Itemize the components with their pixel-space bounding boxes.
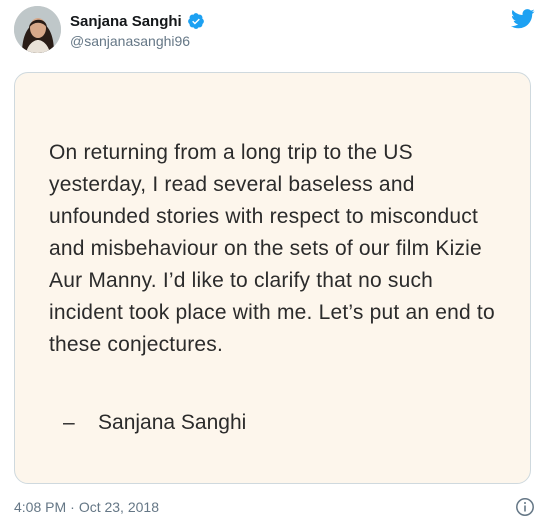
statement-text: On returning from a long trip to the US … [49,141,495,356]
signature: – Sanjana Sanghi [63,411,247,434]
verified-badge-icon [187,12,205,30]
avatar[interactable] [14,6,61,53]
tweet-footer: 4:08 PM · Oct 23, 2018 [14,497,535,519]
timestamp[interactable]: 4:08 PM · Oct 23, 2018 [14,499,159,515]
timestamp-separator: · [70,499,75,515]
image-card[interactable]: On returning from a long trip to the US … [14,72,531,484]
info-icon[interactable] [515,497,535,517]
name-row: Sanjana Sanghi [70,12,205,30]
tweet-header: Sanjana Sanghi @sanjanasanghi96 [14,6,535,54]
handle[interactable]: @sanjanasanghi96 [70,33,190,49]
tweet-card: Sanjana Sanghi @sanjanasanghi96 On retur… [0,0,549,522]
display-name[interactable]: Sanjana Sanghi [70,13,182,30]
twitter-bird-icon[interactable] [511,8,535,30]
timestamp-time: 4:08 PM [14,499,67,515]
timestamp-date: Oct 23, 2018 [78,499,159,515]
